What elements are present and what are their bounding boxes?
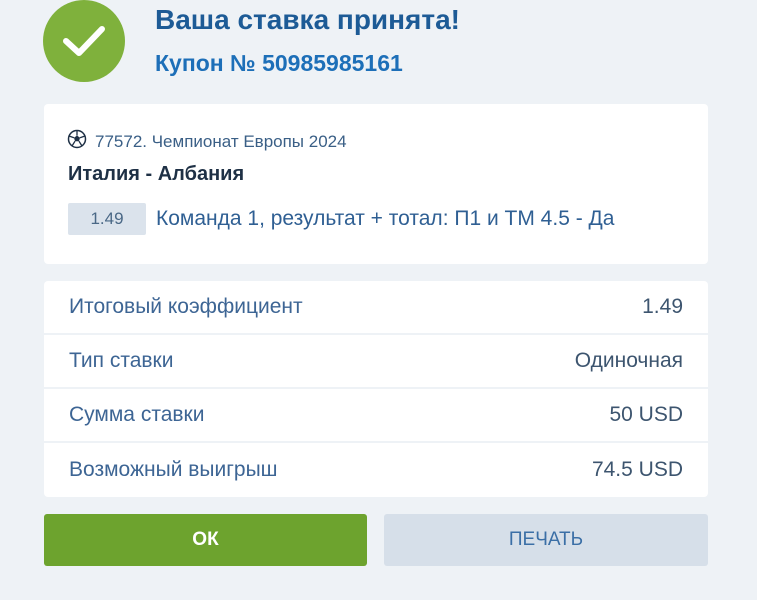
coupon-number: Купон № 50985985161: [155, 50, 403, 76]
summary-row-potential-win: Возможный выигрыш 74.5 USD: [44, 443, 708, 497]
summary-value: Одиночная: [574, 349, 683, 372]
odds-badge: 1.49: [68, 203, 146, 235]
success-check-icon: [43, 0, 125, 82]
summary-row-bet-type: Тип ставки Одиночная: [44, 335, 708, 389]
confirmation-title: Ваша ставка принята!: [155, 4, 461, 35]
summary-label: Итоговый коэффициент: [69, 295, 303, 318]
summary-value: 1.49: [642, 295, 683, 318]
bet-card: 77572. Чемпионат Европы 2024 Италия - Ал…: [44, 104, 708, 264]
soccer-ball-icon: [67, 129, 87, 154]
ok-button[interactable]: ОК: [44, 514, 367, 566]
summary-value: 50 USD: [609, 403, 683, 426]
summary-row-stake: Сумма ставки 50 USD: [44, 389, 708, 443]
bet-selection: Команда 1, результат + тотал: П1 и ТМ 4.…: [156, 207, 615, 230]
bet-summary: Итоговый коэффициент 1.49 Тип ставки Оди…: [44, 281, 708, 497]
bet-selection-row: 1.49 Команда 1, результат + тотал: П1 и …: [68, 203, 614, 235]
event-name: 77572. Чемпионат Европы 2024: [95, 131, 347, 151]
print-button[interactable]: ПЕЧАТЬ: [384, 514, 708, 566]
event-line: 77572. Чемпионат Европы 2024: [67, 129, 347, 154]
summary-label: Сумма ставки: [69, 403, 205, 426]
summary-label: Возможный выигрыш: [69, 458, 278, 481]
summary-row-total-odds: Итоговый коэффициент 1.49: [44, 281, 708, 335]
summary-value: 74.5 USD: [591, 458, 683, 481]
summary-label: Тип ставки: [69, 349, 174, 372]
match-title: Италия - Албания: [68, 163, 245, 185]
